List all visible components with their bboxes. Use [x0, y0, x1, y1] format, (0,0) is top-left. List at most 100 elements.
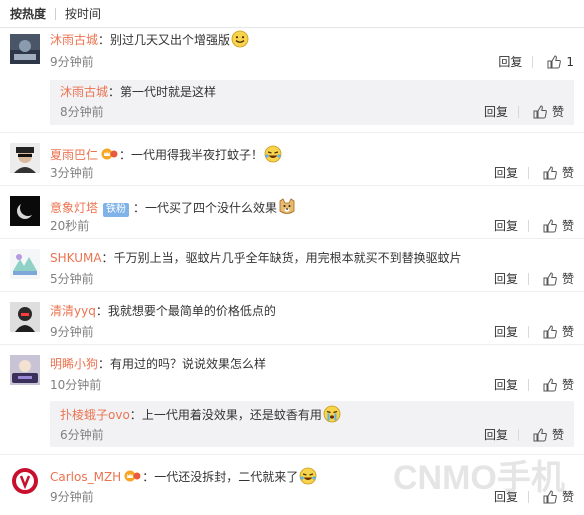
comment-text: 有用过的吗？说说效果怎么样 [110, 357, 267, 371]
thumbs-up-icon [547, 55, 562, 69]
comment-username[interactable]: SHKUMA [50, 251, 102, 265]
reply-button[interactable]: 回复 [498, 54, 522, 70]
comment-time: 3分钟前 [50, 166, 94, 180]
action-divider [527, 273, 529, 285]
thumbs-up-icon [543, 166, 557, 180]
comment-item: 意象灯塔 铁粉 ：一代买了四个没什么效果 20秒前 回复 赞 [0, 186, 584, 239]
avatar[interactable] [10, 196, 40, 226]
reply-button[interactable]: 回复 [494, 324, 518, 340]
colon: ： [101, 251, 114, 265]
like-button[interactable]: 赞 [543, 377, 574, 393]
comment-content: 清清yyq：我就想要个最简单的价格低点的 [50, 302, 276, 320]
thumbs-up-icon [533, 428, 547, 442]
crown-badge-icon [124, 470, 141, 482]
comment-time: 9分钟前 [50, 490, 94, 504]
like-label: 赞 [561, 166, 574, 180]
avatar[interactable] [10, 355, 40, 385]
comment-text: 别过几天又出个增强版 [110, 33, 231, 47]
reply-button[interactable]: 回复 [494, 165, 518, 181]
reply-button[interactable]: 回复 [484, 104, 508, 120]
laughing-tears-emoji-icon [264, 145, 282, 163]
comment-item: 夏雨巴仁 ：一代用得我半夜打蚊子！ 3分钟前 回复 赞 [0, 133, 584, 186]
comment-username[interactable]: 沐雨古城 [50, 33, 98, 47]
thumbs-up-icon [543, 325, 557, 339]
thumbs-up-icon [543, 272, 557, 286]
like-count: 1 [566, 55, 574, 69]
action-divider [517, 429, 519, 441]
comment-item: 明睎小狗：有用过的吗？说说效果怎么样 10分钟前 回复 赞 扑棱蛾子ovo：上一… [0, 345, 584, 455]
action-divider [527, 220, 529, 232]
reply-button[interactable]: 回复 [494, 271, 518, 287]
doge-emoji-icon [279, 198, 295, 214]
reply-button[interactable]: 回复 [484, 427, 508, 443]
comment-item: 沐雨古城：别过几天又出个增强版 9分钟前 回复 1 沐雨古城：第一代时就是这样 [0, 28, 584, 133]
avatar[interactable] [10, 249, 40, 279]
reply-time: 8分钟前 [60, 105, 104, 119]
reply-text: 上一代用着没效果，还是蚊香有用 [141, 408, 322, 422]
reply-username[interactable]: 扑棱蛾子ovo [60, 408, 130, 422]
like-button[interactable]: 赞 [543, 218, 574, 234]
comment-content: Carlos_MZH ：一代还没拆封，二代就来了 [50, 467, 317, 485]
thumbs-up-icon [543, 490, 557, 504]
comment-username[interactable]: Carlos_MZH [50, 470, 121, 484]
colon: ： [98, 33, 111, 47]
action-divider [527, 167, 529, 179]
comment-text: 千万别上当，驱蚊片几乎全年缺货，用完根本就买不到替换驱蚊片 [113, 251, 462, 265]
action-divider [532, 56, 534, 68]
like-button[interactable]: 赞 [533, 104, 564, 120]
iron-fan-badge: 铁粉 [103, 203, 130, 217]
smile-emoji-icon [231, 30, 249, 48]
comment-username[interactable]: 明睎小狗 [50, 357, 98, 371]
comment-content: 夏雨巴仁 ：一代用得我半夜打蚊子！ [50, 145, 282, 163]
sort-tabs: 按热度 按时间 [0, 0, 584, 28]
like-button[interactable]: 赞 [543, 165, 574, 181]
avatar[interactable] [10, 143, 40, 173]
comment-time: 10分钟前 [50, 378, 102, 392]
comment-item: SHKUMA：千万别上当，驱蚊片几乎全年缺货，用完根本就买不到替换驱蚊片 5分钟… [0, 239, 584, 292]
like-button[interactable]: 赞 [543, 324, 574, 340]
reply-time: 6分钟前 [60, 428, 104, 442]
sort-by-time-tab[interactable]: 按时间 [65, 5, 101, 22]
comment-time: 9分钟前 [50, 325, 94, 339]
reply-button[interactable]: 回复 [494, 218, 518, 234]
thumbs-up-icon [543, 219, 557, 233]
reply-button[interactable]: 回复 [494, 377, 518, 393]
comment-time: 20秒前 [50, 219, 90, 233]
avatar[interactable] [10, 466, 40, 496]
like-button[interactable]: 1 [547, 54, 574, 70]
like-label: 赞 [561, 325, 574, 339]
avatar[interactable] [10, 302, 40, 332]
comment-content: 明睎小狗：有用过的吗？说说效果怎么样 [50, 355, 266, 373]
action-divider [517, 106, 519, 118]
like-button[interactable]: 赞 [543, 271, 574, 287]
like-label: 赞 [551, 428, 564, 442]
crying-emoji-icon [323, 405, 341, 423]
comment-content: 沐雨古城：别过几天又出个增强版 [50, 30, 249, 48]
comment-username[interactable]: 夏雨巴仁 [50, 148, 98, 162]
like-label: 赞 [561, 378, 574, 392]
avatar[interactable] [10, 34, 40, 64]
reply-button[interactable]: 回复 [494, 489, 518, 505]
action-divider [527, 491, 529, 503]
reply-username[interactable]: 沐雨古城 [60, 85, 108, 99]
crown-badge-icon [101, 148, 118, 160]
like-button[interactable]: 赞 [533, 427, 564, 443]
colon: ： [98, 357, 111, 371]
colon: ： [142, 470, 155, 484]
comment-username[interactable]: 清清yyq [50, 304, 96, 318]
reply-box: 沐雨古城：第一代时就是这样 8分钟前 回复 赞 [50, 80, 574, 125]
thumbs-up-icon [533, 105, 547, 119]
comment-text: 一代买了四个没什么效果 [145, 201, 278, 215]
sort-by-hot-tab[interactable]: 按热度 [10, 5, 46, 22]
like-label: 赞 [561, 219, 574, 233]
comment-content: SHKUMA：千万别上当，驱蚊片几乎全年缺货，用完根本就买不到替换驱蚊片 [50, 249, 462, 267]
colon: ： [133, 201, 146, 215]
reply-content: 沐雨古城：第一代时就是这样 [60, 83, 216, 101]
comment-time: 9分钟前 [50, 55, 94, 69]
reply-box: 扑棱蛾子ovo：上一代用着没效果，还是蚊香有用 6分钟前 回复 赞 [50, 401, 574, 447]
colon: ： [129, 408, 142, 422]
action-divider [527, 326, 529, 338]
like-button[interactable]: 赞 [543, 489, 574, 505]
reply-text: 第一代时就是这样 [120, 85, 217, 99]
comment-username[interactable]: 意象灯塔 [50, 201, 98, 215]
